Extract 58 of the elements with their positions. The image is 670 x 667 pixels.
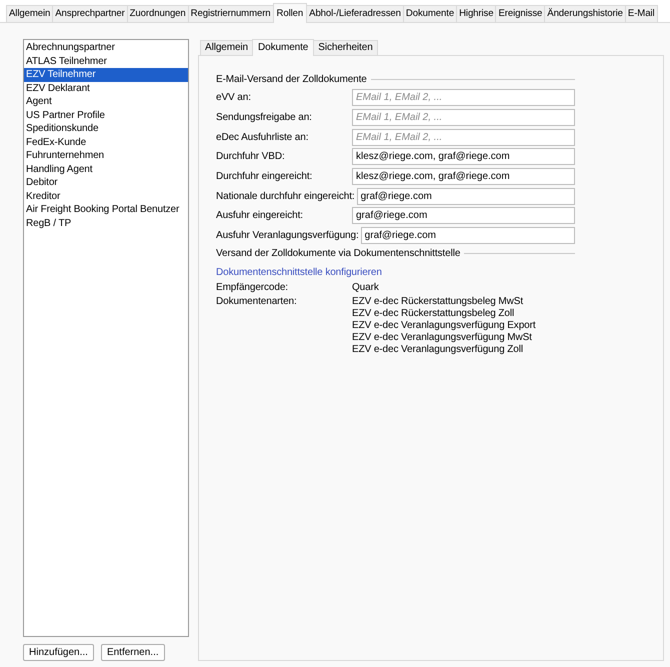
tab[interactable]: Allgemein — [6, 5, 54, 22]
role-list-item[interactable]: Abrechnungspartner — [24, 41, 188, 54]
tab[interactable]: Rollen — [272, 3, 308, 23]
tab[interactable]: Ereignisse — [495, 5, 546, 22]
tab[interactable]: Abhol-/Lieferadressen — [306, 5, 404, 22]
role-button[interactable]: Hinzufügen... — [23, 644, 94, 661]
role-list-item[interactable]: Debitor — [24, 176, 188, 190]
email-field[interactable]: klesz@riege.com, graf@riege.com — [352, 148, 575, 166]
sub-tab[interactable]: Sicherheiten — [313, 40, 378, 55]
field-label: Nationale durchfuhr eingereicht: — [216, 190, 355, 202]
tab[interactable]: Änderungshistorie — [544, 5, 626, 22]
sub-tab[interactable]: Allgemein — [200, 40, 254, 55]
email-field[interactable]: graf@riege.com — [356, 188, 575, 205]
field-value: EZV e-dec Rückerstattungsbeleg Zoll — [352, 308, 516, 320]
role-list-item[interactable]: ATLAS Teilnehmer — [24, 54, 188, 68]
role-list-item[interactable]: EZV Teilnehmer — [24, 68, 188, 82]
field-label: Durchfuhr eingereicht: — [216, 171, 314, 182]
role-button[interactable]: Entfernen... — [100, 644, 165, 661]
role-list-item[interactable]: RegB / TP — [24, 216, 188, 230]
role-list-item[interactable]: Handling Agent — [24, 162, 188, 176]
email-field[interactable]: graf@riege.com — [360, 227, 575, 244]
tab[interactable]: Zuordnungen — [126, 5, 189, 22]
tab[interactable]: Ansprechpartner — [52, 5, 128, 22]
email-field[interactable]: klesz@riege.com, graf@riege.com — [352, 168, 575, 186]
field-label: eVV an: — [216, 92, 252, 104]
role-list[interactable] — [23, 39, 189, 637]
tab[interactable]: E-Mail — [624, 5, 658, 22]
configure-link[interactable]: Dokumentenschnittstelle konfigurieren — [216, 266, 382, 278]
tab[interactable]: Registriernummern — [188, 5, 274, 22]
field-label: eDec Ausfuhrliste an: — [216, 132, 310, 143]
role-list-item[interactable]: Air Freight Booking Portal Benutzer — [24, 203, 188, 216]
field-value: EZV e-dec Veranlagungsverfügung MwSt — [352, 332, 533, 344]
role-list-item[interactable]: FedEx-Kunde — [24, 136, 188, 149]
field-label: Sendungsfreigabe an: — [216, 112, 313, 124]
field-label: Empfängercode: — [216, 282, 289, 294]
email-field[interactable]: graf@riege.com — [352, 207, 575, 224]
email-field[interactable]: EMail 1, EMail 2, ... — [352, 89, 575, 106]
tab[interactable]: Dokumente — [402, 5, 458, 22]
section-title: Versand der Zolldokumente via Dokumentenschnittstelle — [216, 248, 460, 259]
field-label: Durchfuhr VBD: — [216, 151, 286, 162]
role-list-item[interactable]: Kreditor — [24, 190, 188, 203]
role-list-item[interactable]: US Partner Profile — [24, 108, 188, 122]
field-label: Ausfuhr Veranlagungsverfügung: — [216, 230, 359, 242]
sub-tab[interactable]: Dokumente — [252, 39, 314, 56]
field-value: EZV e-dec Veranlagungsverfügung Zoll — [352, 344, 524, 356]
email-field[interactable]: EMail 1, EMail 2, ... — [352, 109, 575, 126]
field-value: Quark — [352, 282, 379, 294]
field-label: Ausfuhr eingereicht: — [216, 210, 304, 222]
email-field[interactable]: EMail 1, EMail 2, ... — [352, 128, 575, 146]
tab[interactable]: Highrise — [456, 5, 496, 22]
role-list-item[interactable]: Fuhrunternehmen — [24, 149, 188, 162]
role-list-item[interactable]: Speditionskunde — [24, 122, 188, 136]
role-list-item[interactable]: Agent — [24, 95, 188, 108]
field-value: EZV e-dec Veranlagungsverfügung Export — [352, 320, 536, 332]
section-title: E-Mail-Versand der Zolldokumente — [216, 74, 367, 84]
role-list-item[interactable]: EZV Deklarant — [24, 82, 188, 95]
field-label: Dokumentenarten: — [216, 296, 298, 308]
field-value: EZV e-dec Rückerstattungsbeleg MwSt — [352, 296, 524, 308]
